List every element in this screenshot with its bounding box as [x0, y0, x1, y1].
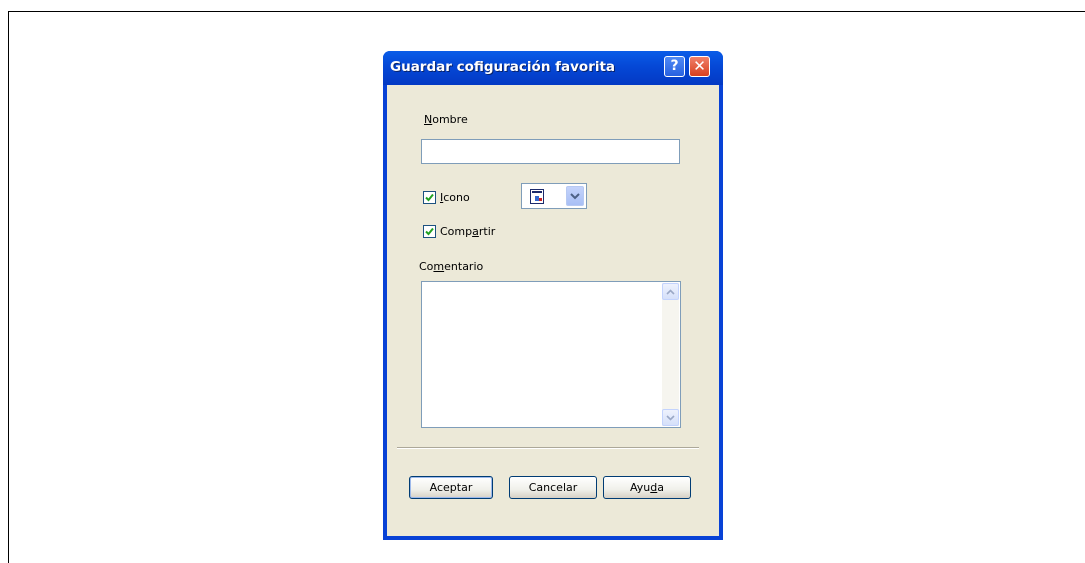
- dialog-title: Guardar cofiguración favorita: [390, 59, 616, 75]
- help-button[interactable]: Ayuda: [603, 476, 691, 499]
- icon-select-dropdown-button[interactable]: [566, 186, 584, 206]
- scroll-up-button[interactable]: [662, 283, 679, 300]
- document-icon: [530, 189, 544, 204]
- dialog-client-area: Nombre Icono Compartir Comentario Acepta…: [387, 85, 719, 536]
- scroll-down-button[interactable]: [662, 409, 679, 426]
- share-checkbox[interactable]: [423, 225, 436, 238]
- comment-textarea[interactable]: [421, 281, 681, 428]
- help-titlebar-button[interactable]: ?: [664, 56, 685, 77]
- save-favorite-dialog: Guardar cofiguración favorita ? ✕ Nombre…: [383, 51, 723, 540]
- page-frame-top-border: [8, 11, 1085, 12]
- share-checkbox-label: Compartir: [440, 225, 496, 238]
- chevron-down-icon: [666, 415, 675, 421]
- comment-scrollbar[interactable]: [662, 283, 679, 426]
- icon-checkbox[interactable]: [423, 191, 436, 204]
- chevron-up-icon: [666, 289, 675, 295]
- page-frame-left-border: [8, 11, 9, 563]
- checkmark-icon: [425, 227, 434, 236]
- icon-checkbox-label: Icono: [440, 191, 470, 204]
- icon-select[interactable]: [521, 183, 587, 209]
- comment-label: Comentario: [419, 260, 484, 273]
- dialog-titlebar[interactable]: Guardar cofiguración favorita ? ✕: [383, 51, 723, 85]
- name-input[interactable]: [421, 139, 680, 164]
- checkmark-icon: [425, 193, 434, 202]
- name-label: Nombre: [424, 113, 468, 126]
- dialog-separator: [397, 447, 699, 449]
- ok-button[interactable]: Aceptar: [409, 476, 493, 499]
- cancel-button[interactable]: Cancelar: [509, 476, 597, 499]
- chevron-down-icon: [570, 193, 580, 200]
- close-button[interactable]: ✕: [689, 56, 710, 77]
